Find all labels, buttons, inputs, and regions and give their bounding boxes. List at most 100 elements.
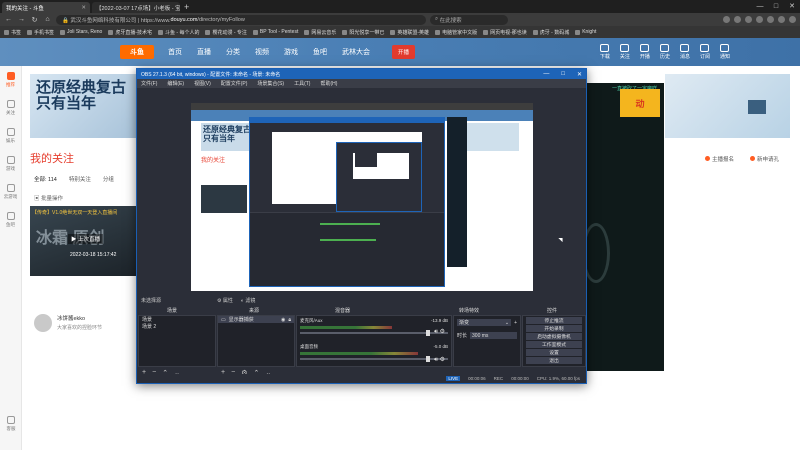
bookmark[interactable]: Knight: [575, 29, 596, 35]
close-icon[interactable]: ✕: [81, 5, 86, 11]
extension-icon[interactable]: [745, 16, 752, 23]
menu-profile[interactable]: 配置文件(P): [221, 80, 248, 87]
virtual-camera-button[interactable]: 启动虚拟摄像机: [526, 333, 582, 340]
maximize-icon[interactable]: □: [768, 0, 784, 13]
obs-preview-canvas[interactable]: 还原经典复古 只有当年 我的关注: [191, 103, 533, 291]
extension-icon[interactable]: [734, 16, 741, 23]
start-live-button[interactable]: 开播: [392, 45, 416, 59]
sidebar-item-yuba[interactable]: 鱼吧: [0, 206, 21, 234]
bookmark[interactable]: Joli Stars, Reno: [60, 29, 102, 35]
sidebar-item-games[interactable]: 游戏: [0, 150, 21, 178]
stream-thumbnail[interactable]: 【传奇】V1.0绝世无双一天登入直播间 冰霜 原创 ▶ 上次直播 2022-03…: [30, 206, 136, 276]
scene-item[interactable]: 场景: [139, 316, 215, 323]
add-transition-icon[interactable]: +: [514, 320, 517, 326]
stop-streaming-button[interactable]: 停止推流: [526, 317, 582, 324]
nav-category[interactable]: 分类: [226, 47, 240, 57]
back-icon[interactable]: ←: [4, 16, 13, 23]
tab-special[interactable]: 特别关注: [69, 175, 91, 183]
apply-link[interactable]: 新申请孔: [750, 155, 779, 163]
volume-slider[interactable]: [300, 356, 448, 362]
eye-icon[interactable]: ◉: [281, 317, 285, 323]
header-icon-broadcast[interactable]: 开播: [640, 44, 650, 60]
nav-wulin[interactable]: 武林大会: [342, 47, 370, 57]
menu-help[interactable]: 帮助(H): [320, 80, 337, 87]
url-field[interactable]: 🔒 武汉斗鱼网络科技有限公司 | https://www. douyu.com/d…: [56, 14, 426, 25]
home-icon[interactable]: ⌂: [43, 16, 52, 23]
close-window-icon[interactable]: ✕: [784, 0, 800, 13]
bookmark[interactable]: 网易云音乐: [304, 29, 336, 36]
bookmark[interactable]: 斗鱼 - 每个人的: [158, 29, 199, 36]
bookmark[interactable]: 樱花动漫 - 专注: [205, 29, 247, 36]
source-item[interactable]: ▭ 显示器捕获 ◉ 🔒︎: [218, 316, 294, 323]
header-icon-messages[interactable]: 消息: [680, 44, 690, 60]
volume-slider[interactable]: [300, 330, 448, 336]
tab-my-follow[interactable]: 我的关注 - 斗鱼 ✕: [2, 2, 90, 13]
bookmark[interactable]: 手机书签: [27, 29, 54, 36]
header-icon-subscribe[interactable]: 订阅: [700, 44, 710, 60]
menu-file[interactable]: 文件(F): [141, 80, 157, 87]
nav-video[interactable]: 视频: [255, 47, 269, 57]
sidebar-item-support[interactable]: 客服: [0, 410, 22, 438]
nav-games[interactable]: 游戏: [284, 47, 298, 57]
extension-icon[interactable]: [756, 16, 763, 23]
start-recording-button[interactable]: 开始录制: [526, 325, 582, 332]
header-icon-download[interactable]: 下载: [600, 44, 610, 60]
nav-yuba[interactable]: 鱼吧: [313, 47, 327, 57]
header-icon-notify[interactable]: 通知: [720, 44, 730, 60]
promo-image[interactable]: 动: [620, 89, 660, 117]
speaker-icon[interactable]: 🔊︎ ⚙: [434, 356, 445, 364]
lock-icon[interactable]: 🔒︎: [288, 317, 291, 323]
nav-live[interactable]: 直播: [197, 47, 211, 57]
bookmark[interactable]: 阳光悦享一带已: [342, 29, 384, 36]
tab-all[interactable]: 全部: 114: [34, 175, 57, 183]
douyu-logo[interactable]: 斗鱼: [120, 45, 154, 59]
sidebar-item-follow[interactable]: 关注: [0, 94, 21, 122]
bookmark[interactable]: 网页电视-那也读: [483, 29, 527, 36]
speaker-icon[interactable]: 🔊︎ ⚙: [434, 328, 445, 336]
exit-button[interactable]: 退出: [526, 357, 582, 364]
promo-banner-left[interactable]: 还原经典复古 只有当年: [30, 74, 140, 138]
menu-edit[interactable]: 编辑(E): [167, 80, 184, 87]
sidebar-item-recommend[interactable]: 推荐: [0, 66, 21, 94]
maximize-icon[interactable]: □: [561, 71, 565, 78]
tab-group[interactable]: 分组: [103, 175, 114, 183]
obs-titlebar[interactable]: OBS 27.1.3 (64 bit, windows) - 配置文件: 未命名…: [137, 69, 586, 79]
streamer-name[interactable]: 冰饼酱ekko: [57, 314, 102, 322]
minimize-icon[interactable]: —: [543, 71, 549, 78]
menu-view[interactable]: 视图(V): [194, 80, 211, 87]
settings-button[interactable]: 设置: [526, 349, 582, 356]
bookmark[interactable]: 虎牙 - 数码城: [532, 29, 569, 36]
sidebar-item-cloud-games[interactable]: 云游戏: [0, 178, 21, 206]
avatar[interactable]: [34, 314, 52, 332]
scene-item[interactable]: 场景 2: [139, 323, 215, 330]
transition-select[interactable]: 渐变 ⌄: [457, 319, 512, 326]
new-tab-icon[interactable]: +: [184, 2, 189, 13]
batch-operation-button[interactable]: ▣ 批量操作: [34, 194, 63, 202]
properties-button[interactable]: ⚙ 属性: [217, 297, 233, 304]
menu-icon[interactable]: [789, 16, 796, 23]
bookmark[interactable]: 英雄联盟-英雄: [390, 29, 429, 36]
sidebar-item-entertainment[interactable]: 娱乐: [0, 122, 21, 150]
menu-tools[interactable]: 工具(T): [294, 80, 310, 87]
extension-icon[interactable]: [778, 16, 785, 23]
anchor-signup-link[interactable]: 主播报名: [705, 155, 734, 163]
tab-stream[interactable]: 【2022-03-07 17点场】小老板 - 宝... ✕: [92, 2, 180, 13]
slider-handle[interactable]: [426, 330, 430, 336]
nav-home[interactable]: 首页: [168, 47, 182, 57]
extension-icon[interactable]: [767, 16, 774, 23]
forward-icon[interactable]: →: [17, 16, 26, 23]
reload-icon[interactable]: ↻: [30, 16, 39, 24]
studio-mode-button[interactable]: 工作室模式: [526, 341, 582, 348]
bookmark[interactable]: 电脑管家中文版: [435, 29, 477, 36]
streamer-info[interactable]: 冰饼酱ekko 大家喜欢的捏脸环节: [34, 314, 102, 332]
promo-banner-right[interactable]: [665, 74, 790, 138]
menu-scene-collection[interactable]: 场景集合(S): [257, 80, 284, 87]
duration-input[interactable]: 300 ms: [470, 332, 517, 339]
header-icon-history[interactable]: 历史: [660, 44, 670, 60]
close-icon[interactable]: ✕: [577, 71, 582, 78]
bookmark[interactable]: 书签: [4, 29, 21, 36]
browser-search-input[interactable]: ⌕ 在此搜索: [430, 14, 508, 25]
bookmark[interactable]: BP Tool - Pentest: [252, 29, 298, 35]
extension-icon[interactable]: [723, 16, 730, 23]
minimize-icon[interactable]: —: [752, 0, 768, 13]
